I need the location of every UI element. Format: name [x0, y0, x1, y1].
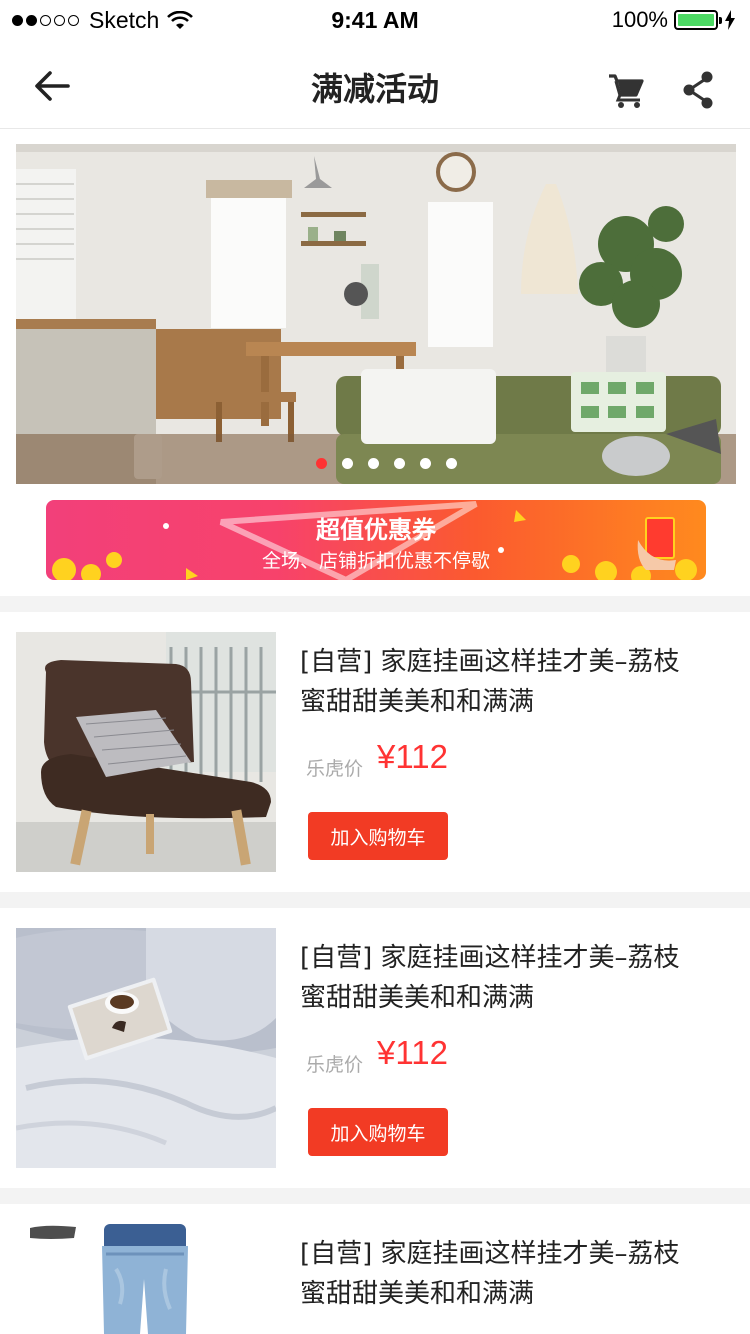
- product-card[interactable]: [自营] 家庭挂画这样挂才美–荔枝 蜜甜甜美美和和满满 乐虎价 ¥112 加入购…: [0, 908, 750, 1188]
- carousel-dot[interactable]: [368, 458, 379, 469]
- add-to-cart-button[interactable]: 加入购物车: [308, 1108, 448, 1156]
- product-title[interactable]: [自营] 家庭挂画这样挂才美–荔枝 蜜甜甜美美和和满满: [300, 1234, 730, 1314]
- carousel-dot[interactable]: [394, 458, 405, 469]
- nav-bar: 满减活动: [0, 40, 750, 129]
- add-to-cart-button[interactable]: 加入购物车: [308, 812, 448, 860]
- jeans-photo: [16, 1224, 276, 1334]
- product-title-line: [自营] 家庭挂画这样挂才美–荔枝: [300, 1239, 680, 1269]
- product-image[interactable]: [16, 632, 276, 872]
- battery-icon: [674, 10, 722, 30]
- lounge-chair-photo: [16, 632, 276, 872]
- status-bar: Sketch 9:41 AM 100%: [0, 0, 750, 40]
- cart-icon: [609, 74, 644, 108]
- price-label: 乐虎价: [306, 1054, 364, 1076]
- carousel-indicator[interactable]: [316, 458, 457, 469]
- product-card[interactable]: [自营] 家庭挂画这样挂才美–荔枝 蜜甜甜美美和和满满: [0, 1204, 750, 1334]
- carousel-dot[interactable]: [342, 458, 353, 469]
- product-title-line: 蜜甜甜美美和和满满: [300, 1279, 535, 1309]
- product-image[interactable]: [16, 928, 276, 1168]
- carousel-dot[interactable]: [316, 458, 327, 469]
- charging-bolt-icon: [725, 10, 735, 30]
- carousel-dot[interactable]: [420, 458, 431, 469]
- battery-status: 100%: [612, 7, 736, 33]
- coupon-banner[interactable]: 超值优惠券 全场、店铺折扣优惠不停歇: [46, 500, 706, 580]
- hero-carousel[interactable]: [16, 144, 736, 484]
- share-button[interactable]: [680, 70, 716, 110]
- product-title-line: 蜜甜甜美美和和满满: [300, 983, 535, 1013]
- product-title[interactable]: [自营] 家庭挂画这样挂才美–荔枝 蜜甜甜美美和和满满: [300, 642, 730, 722]
- product-card[interactable]: [自营] 家庭挂画这样挂才美–荔枝 蜜甜甜美美和和满满 乐虎价 ¥112 加入购…: [0, 612, 750, 892]
- price-label: 乐虎价: [306, 758, 364, 780]
- product-image[interactable]: [16, 1224, 276, 1334]
- battery-percent: 100%: [611, 7, 668, 32]
- cart-button[interactable]: [606, 70, 646, 110]
- carousel-dot[interactable]: [446, 458, 457, 469]
- promo-section: 超值优惠券 全场、店铺折扣优惠不停歇: [0, 129, 750, 596]
- product-price: ¥112: [377, 738, 448, 775]
- coupon-title: 超值优惠券: [316, 516, 436, 544]
- product-price: ¥112: [377, 1034, 448, 1071]
- coupon-subtitle: 全场、店铺折扣优惠不停歇: [261, 550, 490, 572]
- product-title[interactable]: [自营] 家庭挂画这样挂才美–荔枝 蜜甜甜美美和和满满: [300, 938, 730, 1018]
- product-title-line: [自营] 家庭挂画这样挂才美–荔枝: [300, 647, 680, 677]
- bedding-photo: [16, 928, 276, 1168]
- share-icon: [683, 71, 713, 109]
- product-title-line: [自营] 家庭挂画这样挂才美–荔枝: [300, 943, 680, 973]
- living-room-photo: [16, 144, 736, 484]
- product-title-line: 蜜甜甜美美和和满满: [300, 687, 535, 717]
